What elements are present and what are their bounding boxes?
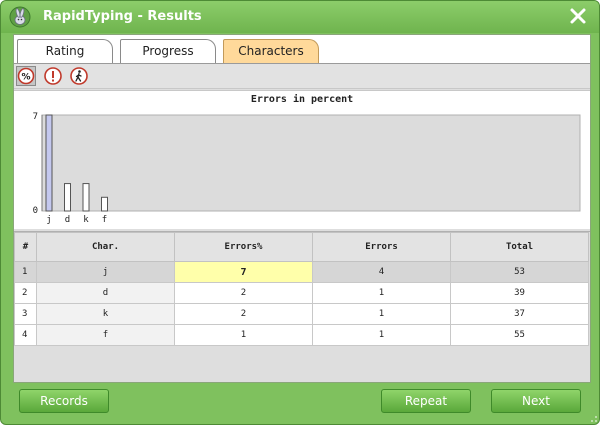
error-chart: 7 0 j d k f bbox=[33, 112, 581, 225]
row-number: 3 bbox=[14, 303, 37, 325]
walking-icon bbox=[70, 67, 88, 85]
tab-rating[interactable]: Rating bbox=[17, 39, 113, 63]
y-tick-label-max: 7 bbox=[33, 112, 38, 122]
total-mode-button[interactable] bbox=[69, 66, 89, 86]
table-row[interactable]: 1 j 7 4 53 bbox=[14, 261, 589, 283]
row-char: d bbox=[36, 282, 175, 304]
row-number: 2 bbox=[14, 282, 37, 304]
row-total: 53 bbox=[450, 261, 589, 283]
row-total: 39 bbox=[450, 282, 589, 304]
row-errors: 1 bbox=[312, 303, 451, 325]
close-icon[interactable] bbox=[568, 6, 588, 26]
tab-characters[interactable]: Characters bbox=[223, 39, 319, 63]
chart-area: 7 0 j d k f bbox=[14, 109, 590, 229]
x-tick-label: d bbox=[65, 215, 70, 225]
tab-strip: Rating Progress Characters bbox=[14, 35, 590, 64]
row-char: j bbox=[36, 261, 175, 283]
characters-table: # Char. Errors% Errors Total 1 j 7 4 53 2 d 2 1 3… bbox=[14, 232, 589, 346]
x-tick-label: k bbox=[83, 215, 89, 225]
row-errors-percent: 2 bbox=[174, 303, 313, 325]
row-number: 4 bbox=[14, 324, 37, 346]
x-tick-label: j bbox=[46, 215, 51, 225]
bar-k bbox=[82, 183, 90, 212]
repeat-button[interactable]: Repeat bbox=[381, 389, 471, 413]
row-total: 37 bbox=[450, 303, 589, 325]
bar-f bbox=[101, 196, 108, 212]
chart-title: Errors in percent bbox=[14, 90, 590, 110]
records-button[interactable]: Records bbox=[19, 389, 109, 413]
characters-table-area[interactable]: # Char. Errors% Errors Total 1 j 7 4 53 2 d 2 1 3… bbox=[14, 231, 590, 382]
bar-d bbox=[64, 183, 71, 212]
row-errors-percent: 1 bbox=[174, 324, 313, 346]
column-header-errors[interactable]: Errors bbox=[312, 232, 451, 262]
table-row[interactable]: 2 d 2 1 39 bbox=[14, 282, 589, 304]
row-errors-percent: 7 bbox=[174, 261, 313, 283]
resize-grip-icon[interactable] bbox=[589, 414, 598, 423]
column-header-number[interactable]: # bbox=[14, 232, 37, 262]
results-panel: Rating Progress Characters % Errors in p… bbox=[13, 34, 591, 383]
x-tick-label: f bbox=[102, 215, 107, 225]
column-header-total[interactable]: Total bbox=[450, 232, 589, 262]
column-header-char[interactable]: Char. bbox=[36, 232, 175, 262]
column-header-errors-percent[interactable]: Errors% bbox=[174, 232, 313, 262]
errors-mode-button[interactable] bbox=[43, 66, 63, 86]
next-button[interactable]: Next bbox=[491, 389, 581, 413]
row-char: k bbox=[36, 303, 175, 325]
y-tick-label-min: 0 bbox=[33, 206, 38, 216]
row-errors: 1 bbox=[312, 282, 451, 304]
percent-icon: % bbox=[17, 67, 35, 85]
svg-text:%: % bbox=[21, 73, 30, 83]
table-header-row: # Char. Errors% Errors Total bbox=[14, 232, 589, 262]
row-total: 55 bbox=[450, 324, 589, 346]
window-title: RapidTyping - Results bbox=[43, 9, 202, 24]
row-errors: 1 bbox=[312, 324, 451, 346]
bar-j bbox=[45, 114, 53, 212]
tab-progress[interactable]: Progress bbox=[120, 39, 216, 63]
results-window: RapidTyping - Results Rating Progress Ch… bbox=[0, 0, 600, 425]
chart-toolbar: % bbox=[14, 64, 590, 89]
table-row[interactable]: 3 k 2 1 37 bbox=[14, 303, 589, 325]
exclamation-icon bbox=[44, 67, 62, 85]
table-row[interactable]: 4 f 1 1 55 bbox=[14, 324, 589, 346]
percent-mode-button[interactable]: % bbox=[16, 66, 36, 86]
title-bar[interactable]: RapidTyping - Results bbox=[1, 1, 599, 33]
row-errors-percent: 2 bbox=[174, 282, 313, 304]
row-errors: 4 bbox=[312, 261, 451, 283]
row-char: f bbox=[36, 324, 175, 346]
row-number: 1 bbox=[14, 261, 37, 283]
rabbit-logo-icon bbox=[9, 6, 31, 28]
